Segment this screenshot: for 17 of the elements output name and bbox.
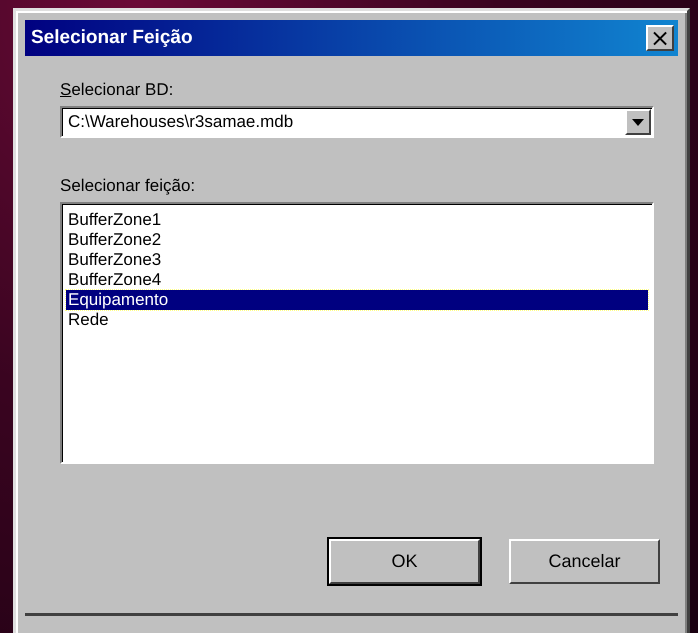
ok-button[interactable]: OK: [329, 539, 480, 584]
list-item[interactable]: BufferZone3: [66, 250, 648, 270]
list-item[interactable]: BufferZone2: [66, 230, 648, 250]
window-title: Selecionar Feição: [31, 27, 193, 49]
feature-label: Selecionar feição:: [60, 176, 196, 196]
database-dropdown[interactable]: C:\Warehouses\r3samae.mdb: [60, 106, 654, 138]
feature-list[interactable]: BufferZone1 BufferZone2 BufferZone3 BufferZone4 Equipamento Rede: [60, 202, 654, 464]
caret-icon: [632, 118, 644, 126]
dropdown-value: C:\Warehouses\r3samae.mdb: [67, 112, 294, 132]
database-label: Selecionar BD:: [60, 80, 174, 100]
list-item[interactable]: BufferZone4: [66, 270, 648, 290]
list-item[interactable]: BufferZone1: [66, 210, 648, 230]
cancel-button[interactable]: Cancelar: [509, 539, 660, 584]
close-button[interactable]: ×: [646, 25, 674, 51]
dropdown-button[interactable]: [625, 109, 651, 135]
list-item[interactable]: Equipamento: [66, 290, 648, 310]
list-item[interactable]: Rede: [66, 310, 648, 330]
